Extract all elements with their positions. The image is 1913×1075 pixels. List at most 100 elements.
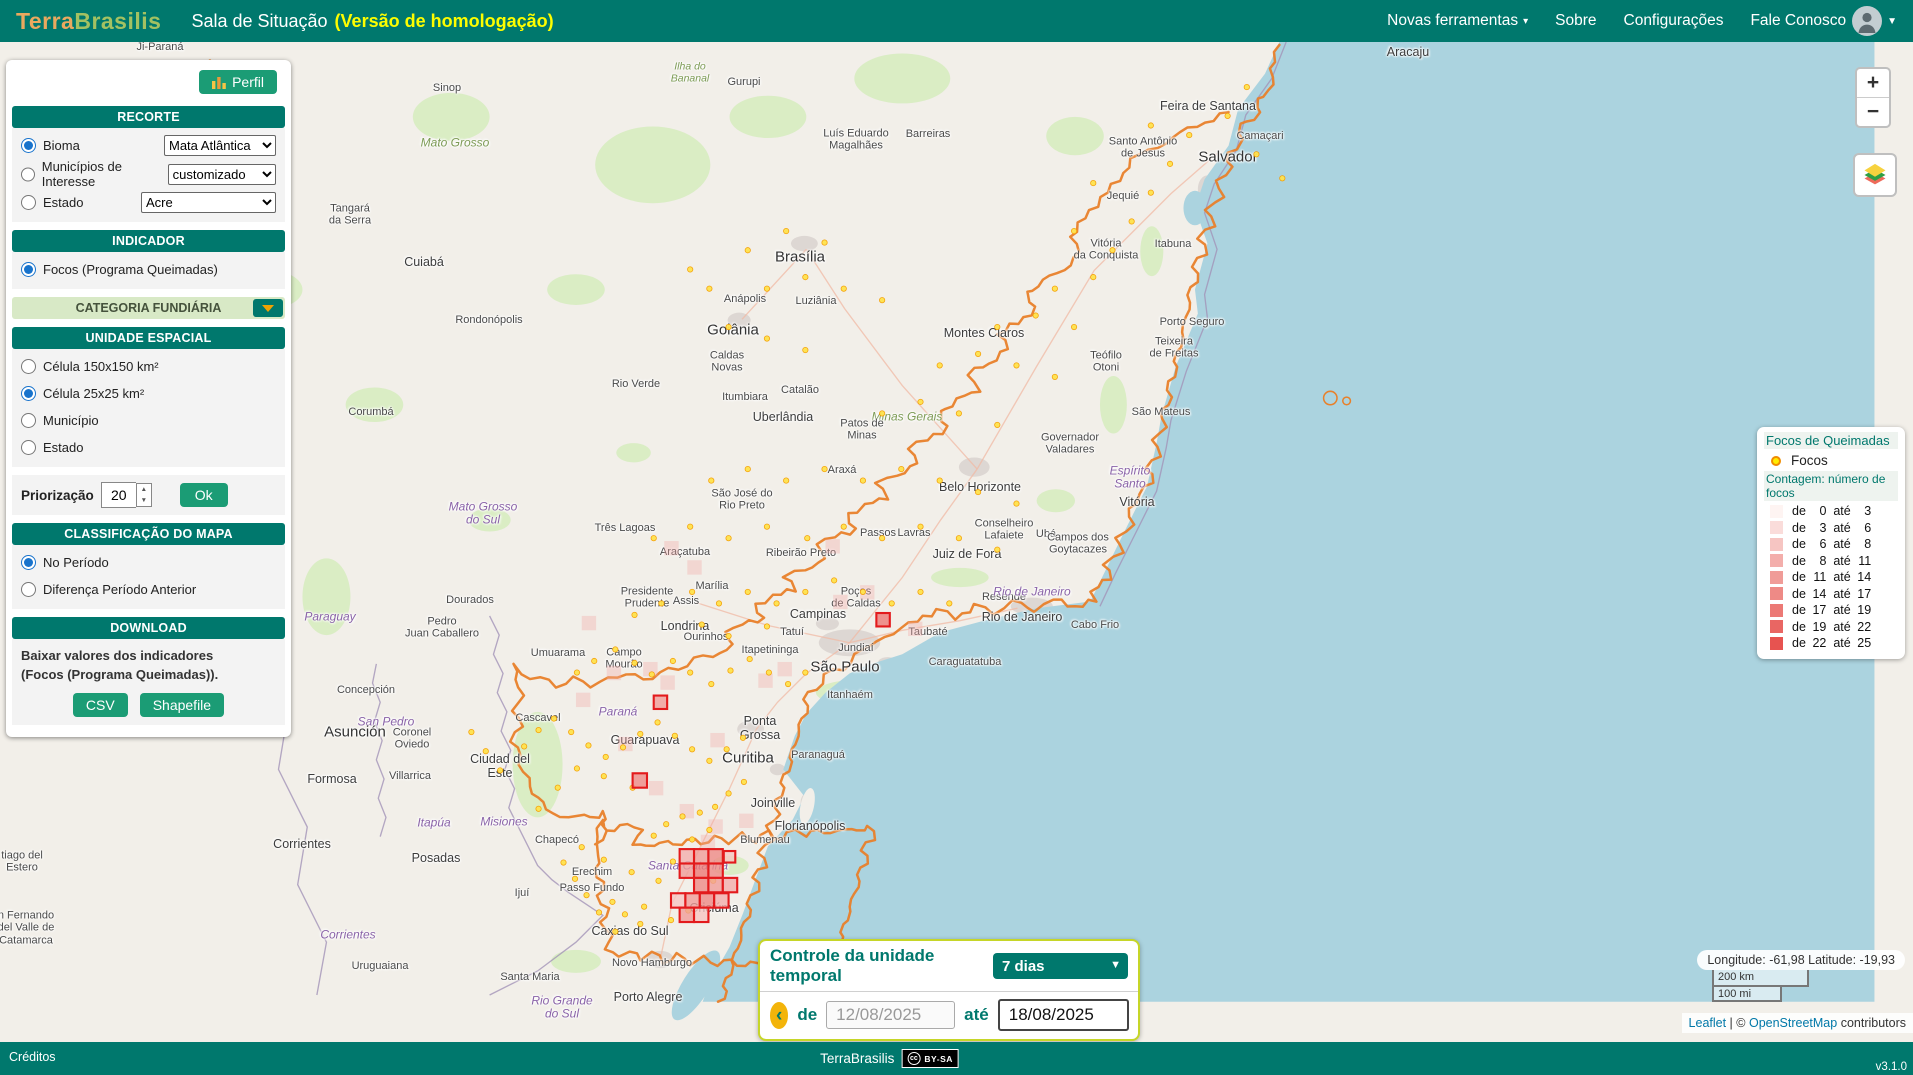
profile-button[interactable]: Perfil (199, 70, 277, 94)
radio-row-municipios-de-interesse[interactable]: Municípios de Interessecustomizado (21, 159, 276, 189)
page-title: Sala de Situação (191, 11, 327, 32)
download-buttons: CSV Shapefile (21, 693, 276, 719)
logo-brasilis: Brasilis (74, 8, 161, 34)
legend-class-row: de 8 até 11 (1764, 553, 1898, 570)
previous-period-button[interactable]: ‹ (770, 1002, 788, 1029)
nav-item-novas-ferramentas[interactable]: Novas ferramentas▾ (1387, 12, 1528, 30)
profile-button-label: Perfil (232, 74, 264, 90)
classificacao-options: No Período Diferença Período Anterior (12, 545, 285, 609)
logo-terra: Terra (16, 8, 74, 34)
attribution-separator: | © (1726, 1016, 1749, 1030)
temporal-header-row: Controle da unidade temporal 7 dias ▼ (760, 941, 1138, 991)
temporal-title: Controle da unidade temporal (770, 946, 993, 986)
radio-row-celula-25x25-km[interactable]: Célula 25x25 km² (21, 380, 276, 407)
legend-class-range: de 22 até 25 (1792, 636, 1871, 650)
zoom-in-button[interactable]: + (1857, 69, 1889, 98)
leaflet-link[interactable]: Leaflet (1689, 1016, 1727, 1030)
download-description: Baixar valores dos indicadores (Focos (P… (21, 643, 276, 693)
legend-class-range: de 19 até 22 (1792, 620, 1871, 634)
categoria-expand-button[interactable] (253, 299, 283, 317)
radio-row-estado[interactable]: Estado Acre (21, 189, 276, 216)
section-header-indicador: INDICADOR (12, 230, 285, 252)
app-root: TerraBrasilis Sala de Situação (Versão d… (0, 0, 1913, 1075)
avatar-caret-icon[interactable]: ▼ (1887, 16, 1897, 27)
radio-estado[interactable] (21, 195, 36, 210)
radio-focos-programa-queimadas[interactable] (21, 262, 36, 277)
stepper-down-icon[interactable]: ▼ (137, 495, 151, 506)
period-select[interactable]: 7 dias (993, 953, 1128, 979)
radio-label-focos-programa-queimadas: Focos (Programa Queimadas) (43, 262, 218, 277)
legend-class-range: de 3 até 6 (1792, 521, 1871, 535)
radio-label-diferenca-periodo-anterior: Diferença Período Anterior (43, 582, 196, 597)
credits-link[interactable]: Créditos (9, 1050, 56, 1064)
csv-download-button[interactable]: CSV (73, 693, 128, 717)
legend-class-range: de 11 até 14 (1792, 570, 1871, 584)
shapefile-download-button[interactable]: Shapefile (140, 693, 224, 717)
recorte-options: BiomaMata AtlânticaMunicípios de Interes… (12, 128, 285, 222)
priorizacao-input[interactable] (101, 482, 136, 508)
legend-color-swatch (1770, 637, 1783, 650)
legend-classes: de 0 até 3de 3 até 6 de 6 até 8 de 8 até 1… (1764, 503, 1898, 652)
date-to-input[interactable] (998, 999, 1129, 1031)
radio-municipio[interactable] (21, 413, 36, 428)
chevron-down-icon (262, 305, 274, 312)
nav-item-fale-conosco[interactable]: Fale Conosco (1750, 12, 1846, 30)
radio-label-no-periodo: No Período (43, 555, 109, 570)
cc-by-sa-badge[interactable]: cc BY-SA (901, 1049, 958, 1068)
radio-estado[interactable] (21, 440, 36, 455)
radio-label-celula-150x150-km: Célula 150x150 km² (43, 359, 159, 374)
nav-item-configuracoes[interactable]: Configurações (1624, 12, 1724, 30)
radio-row-focos-programa-queimadas[interactable]: Focos (Programa Queimadas) (21, 256, 276, 283)
radio-bioma[interactable] (21, 138, 36, 153)
radio-municipios-de-interesse[interactable] (21, 167, 35, 182)
profile-row: Perfil (6, 70, 291, 98)
unidade-options: Célula 150x150 km² Célula 25x25 km²Municí… (12, 349, 285, 467)
control-sidebar-panel: Perfil RECORTE BiomaMata AtlânticaMunicí… (6, 60, 291, 737)
attribution-suffix: contributors (1837, 1016, 1906, 1030)
openstreetmap-link[interactable]: OpenStreetMap (1749, 1016, 1837, 1030)
layers-control-button[interactable] (1853, 153, 1897, 197)
radio-row-no-periodo[interactable]: No Período (21, 549, 276, 576)
zoom-out-button[interactable]: − (1857, 98, 1889, 126)
nav-item-sobre[interactable]: Sobre (1555, 12, 1596, 30)
ok-button[interactable]: Ok (180, 483, 228, 507)
radio-label-estado: Estado (43, 440, 83, 455)
indicador-options: Focos (Programa Queimadas) (12, 252, 285, 289)
legend-color-swatch (1770, 571, 1783, 584)
cc-icon: cc (907, 1052, 920, 1065)
legend-class-row: de 11 até 14 (1764, 569, 1898, 586)
user-avatar[interactable] (1852, 6, 1882, 36)
legend-class-range: de 6 até 8 (1792, 537, 1871, 551)
legend-focos-row: Focos (1771, 453, 1898, 468)
header-nav: Novas ferramentas▾ Sobre Configurações Fale… (1387, 12, 1846, 30)
select-estado[interactable]: Acre (141, 192, 276, 213)
focos-dot-icon (1771, 456, 1781, 466)
section-header-categoria-fundiaria[interactable]: CATEGORIA FUNDIÁRIA (12, 297, 285, 319)
radio-label-estado: Estado (43, 195, 83, 210)
stepper-up-icon[interactable]: ▲ (137, 484, 151, 495)
legend-title: Focos de Queimadas (1764, 432, 1898, 449)
radio-celula-25x25-km[interactable] (21, 386, 36, 401)
legend-class-row: de 0 até 3 (1764, 503, 1898, 520)
radio-row-celula-150x150-km[interactable]: Célula 150x150 km² (21, 353, 276, 380)
date-from-input[interactable] (826, 1001, 955, 1029)
radio-diferenca-periodo-anterior[interactable] (21, 582, 36, 597)
radio-row-diferenca-periodo-anterior[interactable]: Diferença Período Anterior (21, 576, 276, 603)
radio-row-bioma[interactable]: BiomaMata Atlântica (21, 132, 276, 159)
section-header-recorte: RECORTE (12, 106, 285, 128)
cc-license-label: BY-SA (924, 1054, 952, 1064)
radio-celula-150x150-km[interactable] (21, 359, 36, 374)
radio-row-municipio[interactable]: Município (21, 407, 276, 434)
select-municipios-de-interesse[interactable]: customizado (168, 164, 276, 185)
legend-subtitle: Contagem: número de focos (1764, 471, 1898, 501)
radio-no-periodo[interactable] (21, 555, 36, 570)
date-to-label: até (964, 1005, 989, 1025)
priorizacao-label: Priorização (21, 488, 94, 503)
terrabrasilis-logo[interactable]: TerraBrasilis (16, 8, 161, 35)
radio-row-estado[interactable]: Estado (21, 434, 276, 461)
map-attribution: Leaflet | © OpenStreetMap contributors (1682, 1013, 1913, 1033)
section-header-unidade-espacial: UNIDADE ESPACIAL (12, 327, 285, 349)
section-header-classificacao: CLASSIFICAÇÃO DO MAPA (12, 523, 285, 545)
person-icon (1852, 6, 1882, 36)
select-bioma[interactable]: Mata Atlântica (164, 135, 276, 156)
